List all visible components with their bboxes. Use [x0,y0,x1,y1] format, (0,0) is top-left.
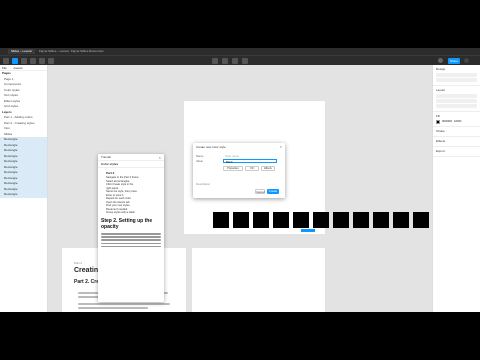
export-heading: Export [436,149,445,153]
pen-tool-icon[interactable] [39,58,45,64]
plugin-text-line [101,245,161,248]
selection-size-label [301,229,315,232]
toolbar: Share [0,55,480,65]
tutorial-plugin-panel: Tutorial × Color styles Part 2 Navigate … [98,154,164,302]
position-field[interactable] [436,73,477,77]
rectangle[interactable] [213,212,229,228]
plugin-step-title: Step 2. Setting up the opacity [101,217,153,230]
slide-text-line [78,303,170,305]
left-tab-file[interactable]: File [2,66,7,70]
close-icon[interactable]: × [159,155,161,160]
create-style-dialog: Create new color style × Name Style name… [193,143,285,198]
segment-effects[interactable]: Effects [261,166,275,171]
left-tab-assets[interactable]: Assets [14,66,23,70]
rectangle[interactable] [413,212,429,228]
left-panel: File Assets Pages Page 1 Components Color s… [0,65,48,312]
crop-icon[interactable] [242,58,248,64]
rectangle[interactable] [253,212,269,228]
plugin-subheading: Color styles [98,161,164,168]
value-input[interactable]: Black [223,159,277,164]
rectangle[interactable] [333,212,349,228]
plugin-text-line [101,233,161,235]
figma-window: Slides – Lesson Figma Slides – Lesson Fi… [0,48,480,312]
description-label: Description [196,182,210,186]
rectangle[interactable] [393,212,409,228]
layout-field[interactable] [436,99,477,103]
stroke-section: Stroke [433,127,480,137]
rectangle[interactable] [373,212,389,228]
segment-fill[interactable]: Fill [245,166,259,171]
stroke-heading: Stroke [436,129,445,133]
dialog-title: Create new color style [196,145,226,149]
component-icon[interactable] [212,58,218,64]
design-section: Design [433,65,480,86]
plugin-text-line [101,239,161,242]
plugin-text-line [101,236,161,238]
export-section: Export [433,147,480,157]
size-field[interactable] [436,78,477,82]
tab-2[interactable]: Figma Slides – Lesson [36,49,72,54]
rectangle[interactable] [313,212,329,228]
plugin-text-line [101,242,161,245]
design-tab[interactable]: Design [436,67,477,72]
fill-opacity[interactable]: 100% [454,119,462,124]
fill-hex[interactable]: 000000 [442,119,452,124]
slide-frame-bottom-right[interactable] [192,248,325,312]
tab-1[interactable]: Slides – Lesson [8,49,36,54]
rectangle[interactable] [273,212,289,228]
slide-text-line [78,307,148,309]
fill-row[interactable]: 000000 100% [436,119,477,124]
layer-row[interactable]: Rectangle [0,192,47,198]
effects-heading: Effects [436,139,446,143]
plugin-title: Tutorial [98,154,164,161]
layer-list: Pages Page 1 Components Color styles Text st… [0,71,47,198]
move-tool-icon[interactable] [12,58,18,64]
value-label: Value [196,159,203,163]
frame-tool-icon[interactable] [21,58,27,64]
cancel-button[interactable]: Cancel [255,189,265,194]
layout-heading: Layout [436,88,446,92]
tab-3[interactable]: Figma Slides Resources [68,49,107,54]
create-button[interactable]: Create [267,189,279,194]
slide-eyebrow: Part 2 [74,261,83,265]
boolean-icon[interactable] [232,58,238,64]
name-label: Name [196,154,204,158]
fill-swatch[interactable] [436,119,440,124]
share-button[interactable]: Share [448,58,460,64]
segment-properties[interactable]: Properties [223,166,243,171]
right-panel: Design Layout Fill 000000 100% Stroke Ef… [432,65,480,312]
fill-section: Fill 000000 100% [433,112,480,127]
rectangle[interactable] [293,212,309,228]
effects-section: Effects [433,137,480,147]
plugin-instructions: Navigate to the Part 2 frame. Select all … [98,176,164,215]
play-icon[interactable] [464,58,469,63]
avatar-icon[interactable] [438,58,443,63]
tab-bar: Slides – Lesson Figma Slides – Lesson Fi… [0,48,480,55]
layout-field[interactable] [436,104,477,108]
plugin-section-title: Part 2 [106,171,115,175]
close-icon[interactable]: × [280,144,282,149]
rectangle[interactable] [233,212,249,228]
shape-tool-icon[interactable] [30,58,36,64]
layout-field[interactable] [436,94,477,98]
layout-section: Layout [433,86,480,112]
mask-icon[interactable] [222,58,228,64]
text-tool-icon[interactable] [48,58,54,64]
rectangle[interactable] [353,212,369,228]
name-input[interactable]: Style name [223,154,277,158]
menu-icon[interactable] [3,58,9,64]
